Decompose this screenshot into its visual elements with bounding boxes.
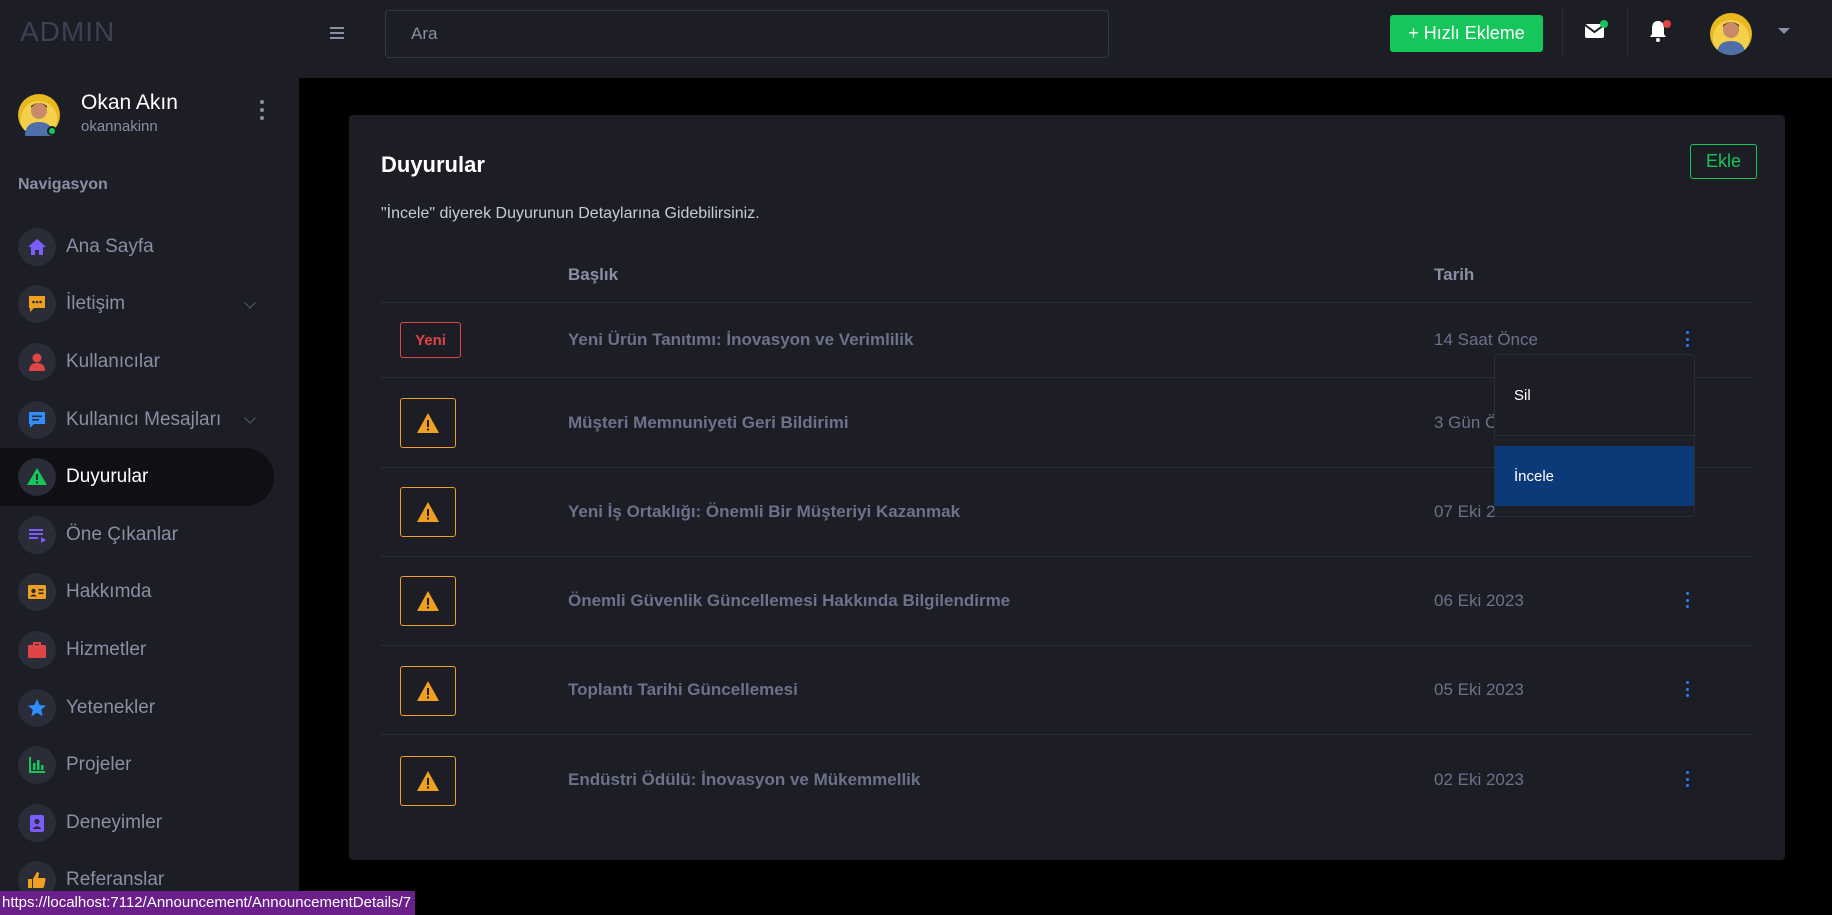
sidebar-item-ana-sayfa[interactable]: Ana Sayfa <box>0 218 299 276</box>
column-header-date: Tarih <box>1434 265 1475 284</box>
notification-dot <box>1663 20 1671 28</box>
star-icon <box>18 688 56 727</box>
announcement-date: 05 Eki 2023 <box>1434 680 1524 699</box>
announcement-title[interactable]: Müşteri Memnuniyeti Geri Bildirimi <box>568 413 849 433</box>
home-icon <box>18 227 56 266</box>
warning-icon[interactable] <box>400 756 456 806</box>
menu-toggle-icon[interactable] <box>330 22 352 44</box>
warning-icon[interactable] <box>400 398 456 448</box>
mail-icon[interactable] <box>1582 18 1608 44</box>
bar-chart-icon <box>18 746 56 785</box>
briefcase-icon <box>18 630 56 669</box>
warning-icon <box>18 458 56 497</box>
sidebar-item-kullanicilar[interactable]: Kullanıcılar <box>0 333 299 391</box>
profile-menu-icon[interactable] <box>257 100 267 120</box>
topbar-divider <box>1562 8 1563 58</box>
topbar: ADMIN + Hızlı Ekleme <box>0 0 1832 78</box>
announcement-date: 14 Saat Önce <box>1434 330 1538 349</box>
chat-icon <box>18 285 56 324</box>
sidebar-item-label: Kullanıcılar <box>66 350 160 372</box>
page-title: Duyurular <box>381 152 485 177</box>
announcement-date: 02 Eki 2023 <box>1434 770 1524 789</box>
sidebar-item-label: Referanslar <box>66 869 165 891</box>
warning-icon[interactable] <box>400 487 456 537</box>
bell-icon[interactable] <box>1646 18 1672 44</box>
mail-status-dot <box>1600 20 1608 28</box>
sidebar-item-projeler[interactable]: Projeler <box>0 736 299 794</box>
announcement-date: 07 Eki 2 <box>1434 502 1496 521</box>
sidebar-item-label: Yetenekler <box>66 696 156 718</box>
sidebar-item-label: Öne Çıkanlar <box>66 523 178 545</box>
announcement-title[interactable]: Yeni Ürün Tanıtımı: İnovasyon ve Verimli… <box>568 330 913 350</box>
row-menu-icon[interactable] <box>1682 592 1692 608</box>
sidebar-nav: Ana Sayfa İletişim Kullanıcılar Kullanıc… <box>0 218 299 909</box>
online-status-dot <box>47 126 57 136</box>
chevron-down-icon[interactable] <box>244 296 256 309</box>
user-avatar[interactable] <box>1710 13 1752 55</box>
sidebar-item-label: Ana Sayfa <box>66 235 154 257</box>
sidebar-item-hakkimda[interactable]: Hakkımda <box>0 564 299 622</box>
add-button[interactable]: Ekle <box>1690 144 1757 179</box>
sidebar-item-label: Hizmetler <box>66 638 147 660</box>
row-menu-icon[interactable] <box>1682 681 1692 697</box>
column-header-title: Başlık <box>568 265 619 284</box>
announcement-title[interactable]: Toplantı Tarihi Güncellemesi <box>568 680 798 700</box>
sidebar-item-one-cikanlar[interactable]: Öne Çıkanlar <box>0 506 299 564</box>
nav-heading: Navigasyon <box>18 176 108 193</box>
table-divider <box>381 645 1752 646</box>
dropdown-divider <box>1495 435 1694 436</box>
profile-name: Okan Akın <box>81 91 178 114</box>
announcement-date: 06 Eki 2023 <box>1434 591 1524 610</box>
warning-icon[interactable] <box>400 576 456 626</box>
table-divider <box>381 556 1752 557</box>
announcement-title[interactable]: Yeni İş Ortaklığı: Önemli Bir Müşteriyi … <box>568 502 960 522</box>
row-menu-icon[interactable] <box>1682 331 1692 347</box>
announcement-date: 3 Gün Ö <box>1434 413 1499 432</box>
sidebar-item-label: İletişim <box>66 293 126 315</box>
table-divider <box>381 302 1752 303</box>
message-icon <box>18 400 56 439</box>
new-badge: Yeni <box>400 322 461 358</box>
table-divider <box>381 734 1752 735</box>
sidebar-item-duyurular[interactable]: Duyurular <box>0 448 274 506</box>
announcement-title[interactable]: Önemli Güvenlik Güncellemesi Hakkında Bi… <box>568 591 1010 611</box>
chevron-down-icon[interactable] <box>244 412 256 424</box>
sidebar-item-label: Projeler <box>66 754 132 776</box>
row-action-dropdown: Sil İncele <box>1494 354 1695 517</box>
page-subtitle: "İncele" diyerek Duyurunun Detaylarına G… <box>381 205 760 222</box>
sidebar-item-label: Kullanıcı Mesajları <box>66 408 222 430</box>
brand-logo[interactable]: ADMIN <box>20 16 115 48</box>
sidebar-item-yetenekler[interactable]: Yetenekler <box>0 679 299 737</box>
row-menu-icon[interactable] <box>1682 771 1692 787</box>
search-input[interactable] <box>385 10 1109 58</box>
sidebar: Okan Akın okannakinn Navigasyon Ana Sayf… <box>0 78 299 915</box>
id-card-icon <box>18 573 56 612</box>
topbar-divider <box>1627 8 1628 58</box>
user-icon <box>18 342 56 381</box>
chevron-down-icon[interactable] <box>1778 28 1790 34</box>
sidebar-item-label: Deneyimler <box>66 811 163 833</box>
sidebar-item-label: Hakkımda <box>66 581 152 603</box>
delete-menu-item[interactable]: Sil <box>1495 365 1694 425</box>
sidebar-item-hizmetler[interactable]: Hizmetler <box>0 621 299 679</box>
sidebar-item-deneyimler[interactable]: Deneyimler <box>0 794 299 852</box>
announcement-title[interactable]: Endüstri Ödülü: İnovasyon ve Mükemmellik <box>568 770 920 790</box>
view-details-menu-item[interactable]: İncele <box>1495 446 1694 506</box>
link-status-bar: https://localhost:7112/Announcement/Anno… <box>0 891 416 915</box>
list-icon <box>18 515 56 554</box>
sidebar-item-iletisim[interactable]: İletişim <box>0 276 299 334</box>
contact-icon <box>18 803 56 842</box>
warning-icon[interactable] <box>400 666 456 716</box>
quick-add-button[interactable]: + Hızlı Ekleme <box>1390 15 1543 52</box>
sidebar-item-kullanici-mesajlari[interactable]: Kullanıcı Mesajları <box>0 391 299 449</box>
sidebar-item-label: Duyurular <box>66 466 149 488</box>
profile-username: okannakinn <box>81 118 158 135</box>
